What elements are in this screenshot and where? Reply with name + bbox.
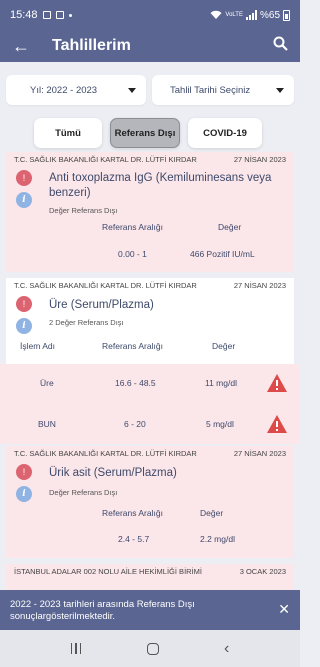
more-notifications-icon [68,13,72,17]
result-value: 2.2 mg/dl [200,534,235,544]
tab-out-of-range[interactable]: Referans Dışı [110,118,180,148]
table-row[interactable]: Üre 16.6 - 48.5 11 mg/dl BUN 6 - 20 5 mg… [0,364,300,444]
app-bar: ← Tahlillerim [0,30,300,62]
column-header-test: İşlem Adı [20,341,55,351]
result-date: 27 NİSAN 2023 [233,155,286,164]
recent-apps-icon[interactable] [70,643,82,654]
message-notification-icon [55,11,64,19]
year-select[interactable]: Yıl: 2022 - 2023 [6,75,146,105]
result-tabs: Tümü Referans Dışı COVID-19 [34,118,262,148]
battery-percent: %65 [259,9,280,21]
result-date: 3 OCAK 2023 [239,567,286,576]
battery-icon [283,9,290,21]
warning-icon: ! [16,170,32,186]
result-value: 5 mg/dl [206,419,234,429]
reference-range: 6 - 20 [124,419,146,429]
gallery-notification-icon [42,11,51,19]
hospital-name: T.C. SAĞLIK BAKANLIĞI KARTAL DR. LÜTFİ K… [14,281,197,290]
test-name: Ürik asit (Serum/Plazma) [49,467,177,479]
wifi-icon [210,10,222,19]
test-name: Anti toxoplazma IgG (Kemiluminesans veya… [49,172,272,199]
hospital-name: T.C. SAĞLIK BAKANLIĞI KARTAL DR. LÜTFİ K… [14,155,197,164]
out-of-range-note: 2 Değer Referans Dışı [49,318,124,327]
result-date: 27 NİSAN 2023 [233,281,286,290]
warning-icon: ! [16,464,32,480]
alert-triangle-icon [267,415,287,433]
out-of-range-note: Değer Referans Dışı [49,206,118,215]
reference-range: 2.4 - 5.7 [118,534,150,544]
result-card[interactable]: T.C. SAĞLIK BAKANLIĞI KARTAL DR. LÜTFİ K… [6,278,294,364]
home-icon[interactable] [146,642,159,655]
network-label: VoLTE [225,12,243,18]
result-value: 11 mg/dl [205,378,237,388]
year-select-value: Yıl: 2022 - 2023 [30,84,98,96]
tab-all[interactable]: Tümü [34,118,102,148]
chevron-down-icon [128,87,136,93]
status-time: 15:48 [10,9,38,21]
alert-triangle-icon [267,374,287,392]
test-label: BUN [38,419,56,429]
close-icon[interactable]: ✕ [278,602,290,616]
system-nav-bar: ‹ [0,630,300,667]
out-of-range-note: Değer Referans Dışı [49,488,118,497]
arrow-left-icon[interactable]: ← [12,37,30,55]
column-header-range: Referans Aralığı [102,341,163,351]
result-card[interactable]: T.C. SAĞLIK BAKANLIĞI KARTAL DR. LÜTFİ K… [6,152,294,272]
info-snackbar: 2022 - 2023 tarihleri arasında Referans … [0,590,300,630]
reference-range: 0.00 - 1 [118,249,147,259]
info-icon[interactable]: i [16,318,32,334]
column-header-value: Değer [200,508,224,518]
page-title: Tahlillerim [52,37,131,54]
warning-icon: ! [16,296,32,312]
reference-range: 16.6 - 48.5 [115,378,156,388]
column-header-value: Değer [218,222,242,232]
snackbar-message: 2022 - 2023 tarihleri arasında Referans … [10,599,195,623]
test-label: Üre [40,378,54,388]
result-card[interactable]: İSTANBUL ADALAR 002 NOLU AİLE HEKİMLİĞİ … [6,564,294,590]
column-header-range: Referans Aralığı [102,222,163,232]
column-header-range: Referans Aralığı [102,508,163,518]
hospital-name: T.C. SAĞLIK BAKANLIĞI KARTAL DR. LÜTFİ K… [14,449,197,458]
date-select-value: Tahlil Tarihi Seçiniz [170,84,251,96]
signal-icon [245,10,257,20]
tab-covid[interactable]: COVID-19 [188,118,262,148]
result-value: 466 Pozitif IU/mL [190,249,255,259]
info-icon[interactable]: i [16,192,32,208]
info-icon[interactable]: i [16,486,32,502]
date-select[interactable]: Tahlil Tarihi Seçiniz [152,75,294,105]
filter-bar: Yıl: 2022 - 2023 Tahlil Tarihi Seçiniz [6,75,294,105]
result-card[interactable]: T.C. SAĞLIK BAKANLIĞI KARTAL DR. LÜTFİ K… [6,446,294,558]
chevron-down-icon [276,87,284,93]
status-bar: 15:48 VoLTE %65 [0,0,300,30]
search-icon[interactable] [273,36,288,56]
back-icon[interactable]: ‹ [224,640,229,657]
hospital-name: İSTANBUL ADALAR 002 NOLU AİLE HEKİMLİĞİ … [14,567,202,576]
test-name: Üre (Serum/Plazma) [49,299,154,311]
result-date: 27 NİSAN 2023 [233,449,286,458]
column-header-value: Değer [212,341,236,351]
results-list[interactable]: T.C. SAĞLIK BAKANLIĞI KARTAL DR. LÜTFİ K… [0,152,300,590]
